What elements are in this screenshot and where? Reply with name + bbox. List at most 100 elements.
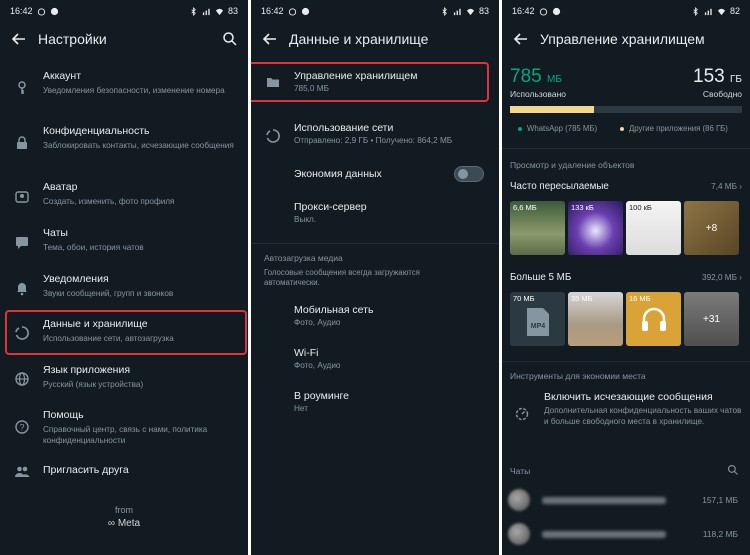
mobile-network-item[interactable]: Мобильная сеть Фото, Аудио bbox=[251, 304, 499, 330]
mobile-network-title: Мобильная сеть bbox=[294, 304, 374, 316]
svg-text:?: ? bbox=[19, 423, 24, 433]
toggle-knob bbox=[458, 169, 468, 179]
chat-row[interactable]: 118,2 МБ bbox=[508, 522, 744, 546]
settings-item-title: Пригласить друга bbox=[43, 464, 129, 476]
media-thumbnail[interactable]: +8 bbox=[684, 201, 739, 255]
settings-item-subtitle: Русский (язык устройства) bbox=[43, 380, 144, 389]
settings-item-subtitle: Тема, обои, история чатов bbox=[43, 243, 144, 252]
forwarded-row[interactable]: Часто пересылаемые 7,4 МБ › bbox=[510, 181, 742, 192]
media-thumbnail[interactable]: 133 кБ bbox=[568, 201, 623, 255]
data-saver-toggle[interactable] bbox=[454, 166, 484, 182]
settings-item-chats[interactable]: Чаты Тема, обои, история чатов bbox=[0, 227, 248, 257]
media-thumbnail[interactable]: 6,6 МБ bbox=[510, 201, 565, 255]
wifi-item[interactable]: Wi-Fi Фото, Аудио bbox=[251, 347, 499, 373]
settings-item-title: Чаты bbox=[43, 227, 68, 239]
free-storage: 153 ГБ bbox=[693, 66, 742, 88]
thumbnail-size: 133 кБ bbox=[571, 203, 594, 212]
app-bar: Данные и хранилище bbox=[251, 22, 499, 56]
chat-size: 118,2 МБ bbox=[702, 529, 738, 539]
legend-whatsapp-label: WhatsApp (785 МБ) bbox=[527, 124, 598, 133]
status-bar: 16:42 83 bbox=[251, 0, 499, 22]
help-icon: ? bbox=[15, 420, 29, 434]
disappearing-messages-item[interactable]: Включить исчезающие сообщения Дополнитель… bbox=[502, 391, 750, 439]
timer-icon bbox=[515, 407, 529, 421]
settings-item-language[interactable]: Язык приложения Русский (язык устройства) bbox=[0, 364, 248, 394]
mobile-network-value: Фото, Аудио bbox=[294, 318, 341, 327]
network-usage-item[interactable]: Использование сети Отправлено: 2,9 ГБ • П… bbox=[251, 122, 499, 150]
disappearing-subtitle: Дополнительная конфиденциальность ваших … bbox=[544, 406, 742, 426]
whatsapp-status-icon bbox=[552, 7, 560, 15]
autoload-note: Голосовые сообщения всегда загружаются а… bbox=[264, 268, 420, 287]
signal-icon bbox=[704, 8, 712, 15]
search-icon[interactable] bbox=[727, 464, 739, 476]
wifi-icon bbox=[466, 8, 475, 15]
section-divider bbox=[251, 243, 499, 244]
thumbnail-size: 100 кБ bbox=[629, 203, 652, 212]
wifi-title: Wi-Fi bbox=[294, 347, 319, 359]
proxy-status: Выкл. bbox=[294, 215, 317, 224]
status-time: 16:42 bbox=[10, 6, 33, 16]
free-label: Свободно bbox=[702, 89, 742, 99]
settings-item-help[interactable]: ? Помощь Справочный центр, связь с нами, … bbox=[0, 409, 248, 449]
bluetooth-icon bbox=[693, 6, 698, 16]
chat-row[interactable]: 157,1 МБ bbox=[508, 488, 744, 512]
bell-icon bbox=[17, 283, 27, 296]
disappearing-title: Включить исчезающие сообщения bbox=[544, 391, 713, 403]
settings-item-subtitle: Уведомления безопасности, изменение номе… bbox=[43, 86, 225, 95]
alarm-icon bbox=[288, 7, 296, 16]
large-files-title: Больше 5 МБ bbox=[510, 272, 572, 283]
free-unit: ГБ bbox=[730, 74, 742, 85]
chat-name-blurred bbox=[542, 496, 666, 504]
app-bar: Управление хранилищем bbox=[502, 22, 750, 56]
back-arrow-icon[interactable] bbox=[261, 30, 279, 48]
settings-item-privacy[interactable]: Конфиденциальность Заблокировать контакты… bbox=[0, 125, 248, 165]
key-icon bbox=[18, 81, 26, 94]
back-arrow-icon[interactable] bbox=[10, 30, 28, 48]
media-thumbnail[interactable]: 16 МБ bbox=[626, 292, 681, 346]
settings-item-invite[interactable]: Пригласить друга bbox=[0, 464, 248, 484]
settings-item-subtitle: Создать, изменить, фото профиля bbox=[43, 197, 175, 206]
legend-other: Другие приложения (86 ГБ) bbox=[620, 124, 728, 133]
legend-other-label: Другие приложения (86 ГБ) bbox=[629, 124, 728, 133]
search-icon[interactable] bbox=[222, 31, 238, 47]
back-arrow-icon[interactable] bbox=[512, 30, 530, 48]
media-thumbnail[interactable]: +31 bbox=[684, 292, 739, 346]
settings-item-notifications[interactable]: Уведомления Звуки сообщений, групп и звон… bbox=[0, 273, 248, 303]
settings-item-avatar[interactable]: Аватар Создать, изменить, фото профиля bbox=[0, 181, 248, 215]
page-title: Данные и хранилище bbox=[289, 31, 429, 47]
battery-level: 82 bbox=[729, 6, 740, 16]
settings-item-title: Аккаунт bbox=[43, 70, 82, 82]
more-count: +31 bbox=[684, 292, 739, 346]
avatar-icon bbox=[15, 191, 29, 203]
network-usage-stats: Отправлено: 2,9 ГБ • Получено: 864,2 МБ bbox=[294, 136, 453, 145]
settings-item-subtitle: Звуки сообщений, групп и звонков bbox=[43, 289, 174, 298]
battery-level: 83 bbox=[478, 6, 489, 16]
whatsapp-status-icon bbox=[301, 7, 309, 15]
battery-level: 83 bbox=[227, 6, 238, 16]
tools-header: Инструменты для экономии места bbox=[510, 371, 646, 381]
bluetooth-icon bbox=[191, 6, 196, 16]
highlight-box bbox=[251, 62, 489, 102]
settings-screen: 16:42 83 Настройки Аккаунт Уведомления бе… bbox=[0, 0, 248, 555]
from-label: from bbox=[115, 505, 133, 515]
alarm-icon bbox=[539, 7, 547, 16]
used-storage: 785 МБ bbox=[510, 66, 562, 88]
video-file-icon: MP4 bbox=[527, 308, 549, 336]
roaming-item[interactable]: В роуминге Нет bbox=[251, 390, 499, 416]
avatar bbox=[508, 523, 530, 545]
roaming-value: Нет bbox=[294, 404, 308, 413]
status-bar: 16:42 82 bbox=[502, 0, 750, 22]
settings-item-account[interactable]: Аккаунт Уведомления безопасности, изменен… bbox=[0, 70, 248, 110]
large-files-row[interactable]: Больше 5 МБ 392,0 МБ › bbox=[510, 272, 742, 283]
media-thumbnail[interactable]: 70 МБ MP4 bbox=[510, 292, 565, 346]
manage-storage-screen: 16:42 82 Управление хранилищем 785 МБ Ис… bbox=[502, 0, 750, 555]
app-bar: Настройки bbox=[0, 22, 248, 56]
large-files-size: 392,0 МБ › bbox=[702, 273, 742, 282]
settings-item-title: Конфиденциальность bbox=[43, 125, 150, 137]
mp4-label: MP4 bbox=[531, 323, 546, 330]
media-thumbnail[interactable]: 35 МБ bbox=[568, 292, 623, 346]
meta-logo: ∞ Meta bbox=[107, 518, 141, 529]
forwarded-size: 7,4 МБ › bbox=[711, 182, 742, 191]
media-thumbnail[interactable]: 100 кБ bbox=[626, 201, 681, 255]
proxy-item[interactable]: Прокси-сервер Выкл. bbox=[251, 201, 499, 227]
